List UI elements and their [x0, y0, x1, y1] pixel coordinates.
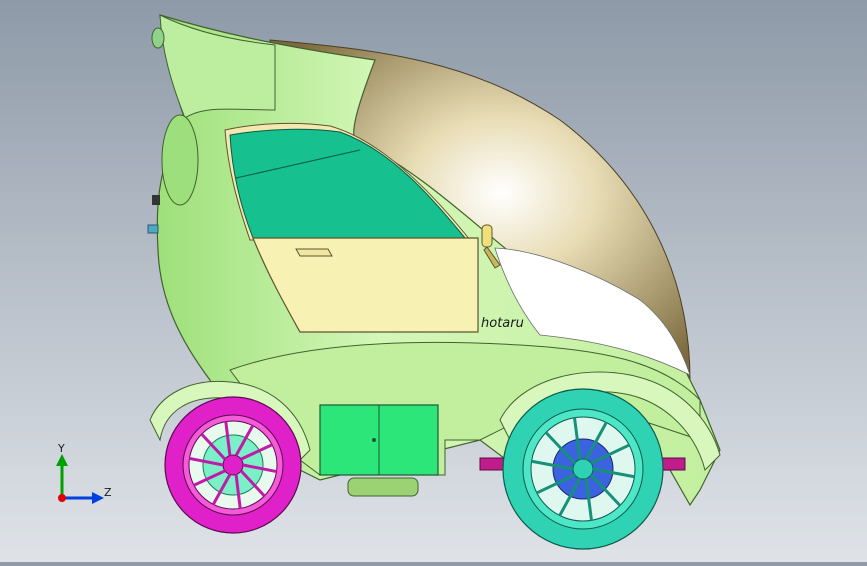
vehicle-model[interactable]: hotaru Y Z	[0, 0, 867, 562]
sensor-top	[152, 195, 160, 205]
compartment-lock[interactable]	[372, 438, 376, 442]
coordinate-triad: Y Z	[56, 442, 112, 504]
sensor-left	[147, 224, 159, 234]
front-lamp-housing[interactable]	[161, 114, 199, 206]
y-axis-label: Y	[57, 442, 65, 455]
rear-lamp[interactable]	[151, 27, 165, 49]
cad-viewport[interactable]: hotaru Y Z	[0, 0, 867, 562]
battery-pod	[347, 477, 419, 497]
z-axis-label: Z	[104, 486, 112, 499]
door-handle[interactable]	[295, 248, 333, 257]
brand-label: hotaru	[481, 316, 524, 331]
z-axis-arrow	[92, 492, 104, 504]
x-axis-dot	[58, 494, 66, 502]
y-axis-arrow	[56, 454, 68, 466]
side-mirror[interactable]	[481, 224, 493, 248]
front-wheel[interactable]	[164, 396, 302, 534]
rear-wheel[interactable]	[502, 388, 664, 550]
